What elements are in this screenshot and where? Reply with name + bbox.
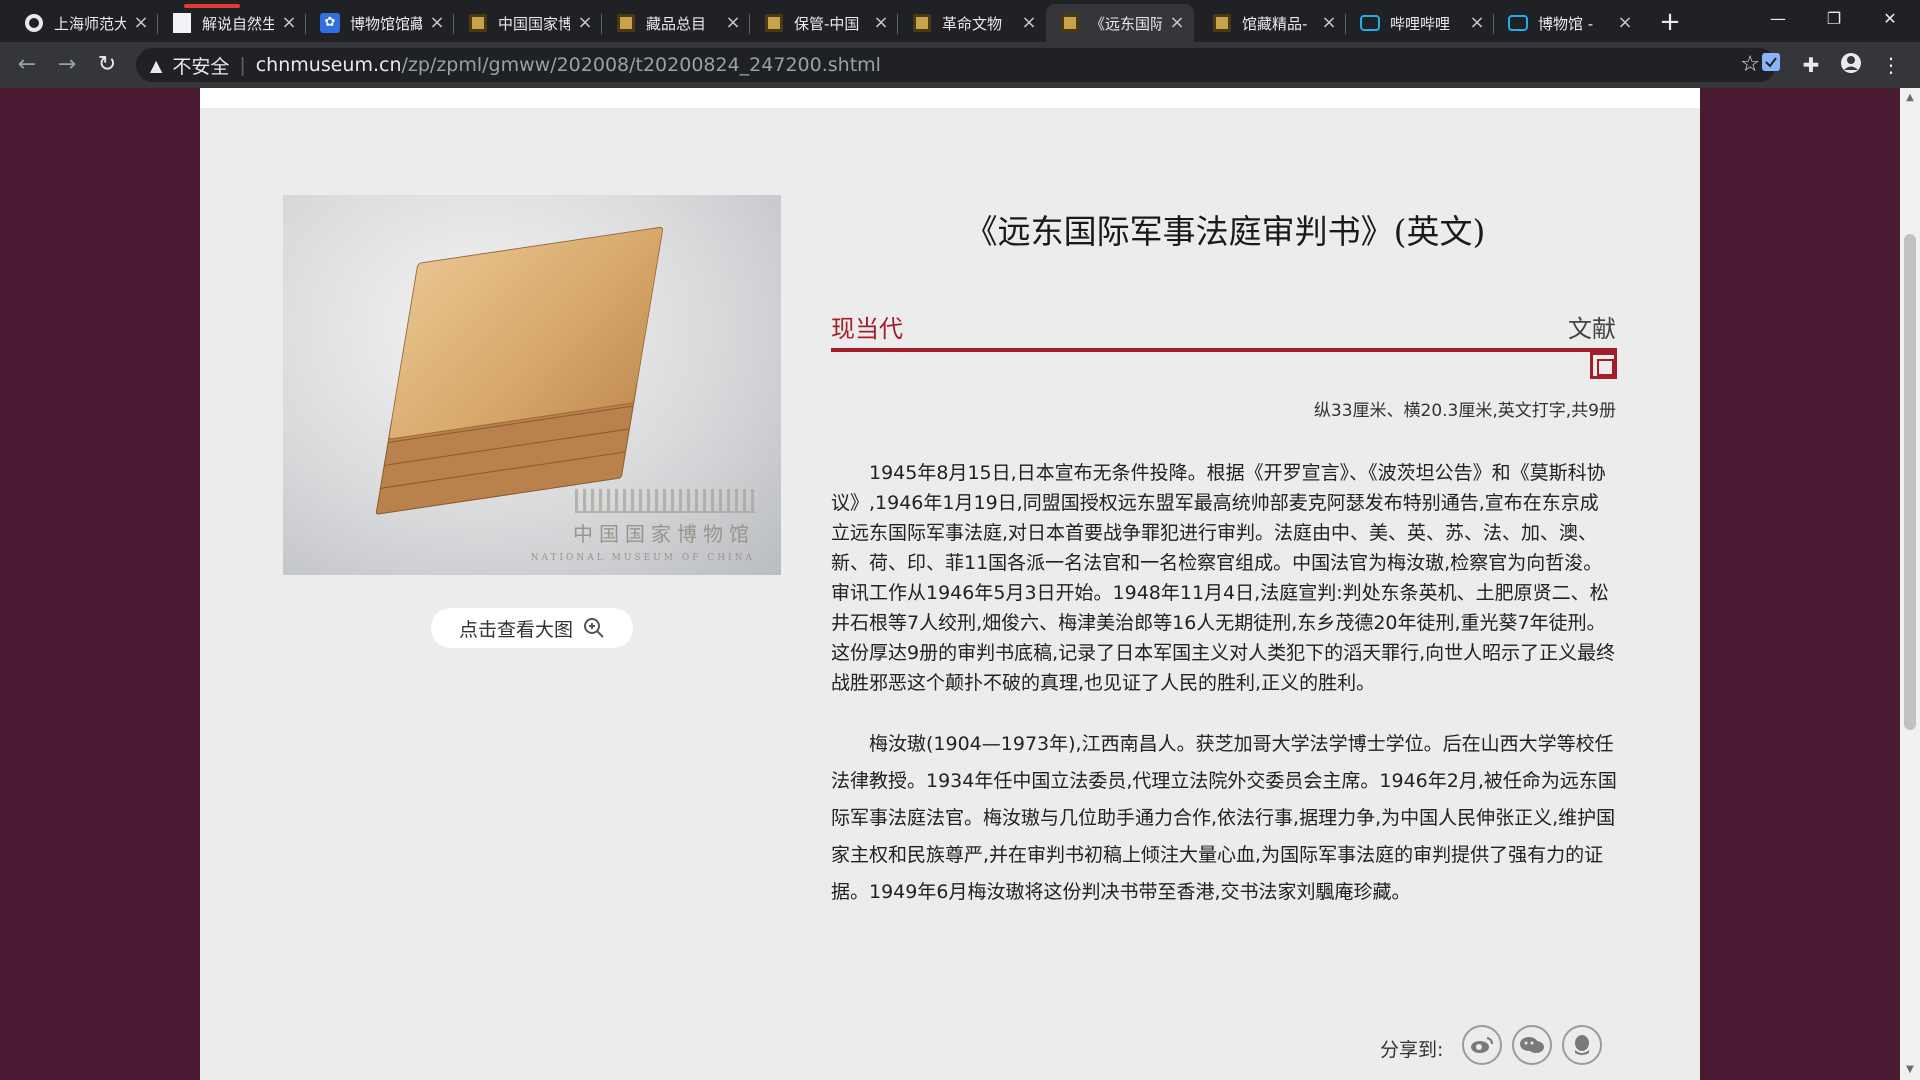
museum-icon bbox=[912, 13, 932, 33]
tab-strip: 上海师范大 × 解说自然生 × ✿ 博物馆馆藏 × 中国国家博 × 藏品总目 ×… bbox=[0, 0, 1920, 42]
museum-watermark-en: NATIONAL MUSEUM OF CHINA bbox=[530, 553, 755, 563]
close-tab-icon[interactable]: × bbox=[1168, 14, 1186, 32]
browser-menu-icon[interactable]: ⋮ bbox=[1878, 52, 1904, 78]
description-paragraph-1: 1945年8月15日,日本宣布无条件投降。根据《开罗宣言》、《波茨坦公告》和《莫… bbox=[831, 462, 1616, 694]
profile-avatar-icon[interactable] bbox=[1838, 52, 1864, 78]
museum-building-watermark bbox=[575, 489, 755, 513]
extension-icon[interactable] bbox=[1758, 52, 1784, 78]
museum-icon bbox=[764, 13, 784, 33]
url-host: chnmuseum.cn bbox=[255, 54, 402, 76]
reload-icon[interactable]: ↻ bbox=[92, 50, 122, 80]
share-label: 分享到: bbox=[1380, 1039, 1444, 1061]
address-divider: | bbox=[239, 54, 246, 76]
tab-title: 博物馆 - bbox=[1538, 14, 1594, 33]
browser-tab-0[interactable]: 上海师范大 × bbox=[10, 4, 158, 42]
view-large-label: 点击查看大图 bbox=[458, 618, 573, 641]
browser-tab-1[interactable]: 解说自然生 × bbox=[158, 4, 306, 42]
browser-tab-9[interactable]: 哔哩哔哩 × bbox=[1346, 4, 1494, 42]
globe-icon bbox=[24, 13, 44, 33]
museum-icon bbox=[616, 13, 636, 33]
warning-triangle-icon[interactable]: ▲ bbox=[150, 56, 162, 75]
weibo-icon[interactable] bbox=[1462, 1025, 1502, 1065]
browser-tab-4[interactable]: 藏品总目 × bbox=[602, 4, 750, 42]
close-tab-icon[interactable]: × bbox=[280, 14, 298, 32]
baidu-paw-icon: ✿ bbox=[320, 13, 340, 33]
tab-title: 《远东国际 bbox=[1090, 14, 1162, 33]
browser-tab-7-active[interactable]: 《远东国际 × bbox=[1046, 4, 1194, 42]
bilibili-icon bbox=[1360, 13, 1380, 33]
close-tab-icon[interactable]: × bbox=[132, 14, 150, 32]
tab-title: 博物馆馆藏 bbox=[350, 14, 422, 33]
page-viewport: 中国国家博物馆 NATIONAL MUSEUM OF CHINA 点击查看大图 … bbox=[0, 88, 1900, 1080]
artifact-detail-card: 中国国家博物馆 NATIONAL MUSEUM OF CHINA 点击查看大图 … bbox=[200, 88, 1700, 1080]
close-tab-icon[interactable]: × bbox=[1616, 14, 1634, 32]
browser-tab-8[interactable]: 馆藏精品- × bbox=[1198, 4, 1346, 42]
tab-title: 哔哩哔哩 bbox=[1390, 14, 1451, 33]
close-tab-icon[interactable]: × bbox=[1020, 14, 1038, 32]
address-bar[interactable]: ▲ 不安全 | chnmuseum.cn /zp/zpml/gmww/20200… bbox=[136, 48, 1776, 82]
close-tab-icon[interactable]: × bbox=[724, 14, 742, 32]
close-tab-icon[interactable]: × bbox=[428, 14, 446, 32]
browser-tab-5[interactable]: 保管-中国 × bbox=[750, 4, 898, 42]
scroll-down-arrow-icon[interactable]: ▼ bbox=[1904, 1064, 1916, 1076]
window-close-button[interactable]: ✕ bbox=[1862, 0, 1918, 38]
tab-title: 藏品总目 bbox=[646, 14, 707, 33]
scroll-up-arrow-icon[interactable]: ▲ bbox=[1904, 92, 1916, 104]
museum-watermark-cn: 中国国家博物馆 bbox=[573, 522, 755, 546]
wechat-icon[interactable] bbox=[1512, 1025, 1552, 1065]
document-icon bbox=[172, 13, 192, 33]
meander-ornament-icon bbox=[1590, 352, 1617, 379]
museum-icon bbox=[1060, 13, 1080, 33]
close-tab-icon[interactable]: × bbox=[1468, 14, 1486, 32]
close-tab-icon[interactable]: × bbox=[1320, 14, 1338, 32]
browser-tab-3[interactable]: 中国国家博 × bbox=[454, 4, 602, 42]
forward-arrow-icon[interactable]: → bbox=[52, 50, 82, 80]
description-paragraph-2: 梅汝璈(1904—1973年),江西南昌人。获芝加哥大学法学博士学位。后在山西大… bbox=[831, 733, 1617, 903]
category-label: 文献 bbox=[1568, 315, 1616, 343]
tab-title: 保管-中国 bbox=[794, 14, 860, 33]
tab-title: 中国国家博 bbox=[498, 14, 570, 33]
back-arrow-icon[interactable]: ← bbox=[12, 50, 42, 80]
page-scrollbar[interactable]: ▲ ▼ bbox=[1900, 88, 1920, 1080]
artifact-title: 《远东国际军事法庭审判书》(英文) bbox=[964, 212, 1486, 251]
browser-tab-10[interactable]: 博物馆 - × bbox=[1494, 4, 1642, 42]
extensions-puzzle-icon[interactable]: ✚ bbox=[1798, 52, 1824, 78]
security-status[interactable]: 不安全 bbox=[172, 52, 229, 79]
browser-tab-2[interactable]: ✿ 博物馆馆藏 × bbox=[306, 4, 454, 42]
browser-toolbar: ← → ↻ ▲ 不安全 | chnmuseum.cn /zp/zpml/gmww… bbox=[0, 42, 1920, 88]
artifact-photo[interactable]: 中国国家博物馆 NATIONAL MUSEUM OF CHINA bbox=[283, 195, 781, 575]
artifact-dimensions: 纵33厘米、横20.3厘米,英文打字,共9册 bbox=[1313, 401, 1616, 421]
tab-title: 解说自然生 bbox=[202, 14, 274, 33]
view-large-image-button[interactable]: 点击查看大图 bbox=[431, 608, 633, 648]
zoom-in-icon bbox=[584, 618, 604, 638]
bilibili-icon bbox=[1508, 13, 1528, 33]
new-tab-button[interactable]: + bbox=[1656, 8, 1684, 36]
close-tab-icon[interactable]: × bbox=[576, 14, 594, 32]
scrollbar-thumb[interactable] bbox=[1904, 234, 1916, 730]
url-path: /zp/zpml/gmww/202008/t20200824_247200.sh… bbox=[401, 54, 881, 76]
museum-icon bbox=[468, 13, 488, 33]
era-label: 现当代 bbox=[831, 315, 903, 343]
qq-icon[interactable] bbox=[1562, 1025, 1602, 1065]
browser-tab-6[interactable]: 革命文物 × bbox=[898, 4, 1046, 42]
museum-icon bbox=[1212, 13, 1232, 33]
section-divider bbox=[831, 348, 1617, 352]
close-tab-icon[interactable]: × bbox=[872, 14, 890, 32]
header-strip bbox=[200, 88, 1700, 108]
maximize-button[interactable]: ❐ bbox=[1806, 0, 1862, 38]
book-stack-illustration bbox=[372, 226, 664, 533]
tab-title: 革命文物 bbox=[942, 14, 1003, 33]
tab-title: 馆藏精品- bbox=[1242, 14, 1308, 33]
tab-title: 上海师范大 bbox=[54, 14, 126, 33]
minimize-button[interactable]: — bbox=[1750, 0, 1806, 38]
